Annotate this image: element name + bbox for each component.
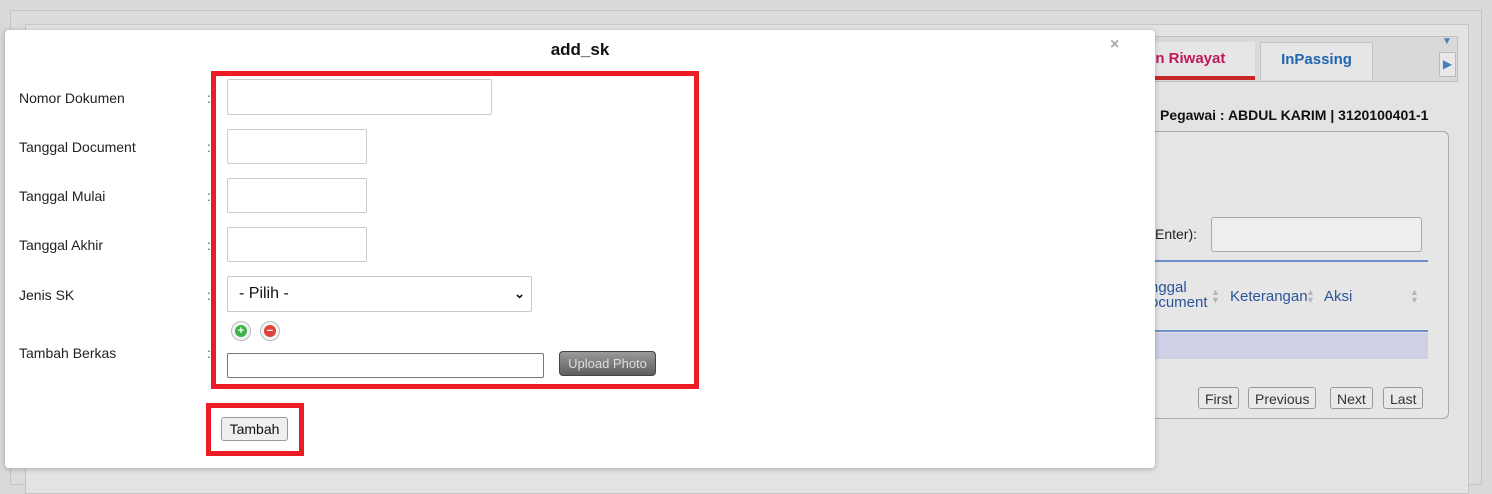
colon: : bbox=[207, 287, 211, 303]
tambah-button[interactable]: Tambah bbox=[221, 417, 288, 441]
remove-file-button[interactable]: − bbox=[260, 321, 280, 341]
jenis-sk-label: Jenis SK bbox=[19, 287, 75, 303]
colon: : bbox=[207, 139, 211, 155]
plus-icon: + bbox=[235, 325, 247, 337]
colon: : bbox=[207, 345, 211, 361]
tab-inpassing[interactable]: InPassing bbox=[1260, 42, 1373, 80]
upload-photo-button[interactable]: Upload Photo bbox=[559, 351, 656, 376]
table-empty-row bbox=[1150, 333, 1428, 359]
nomor-dokumen-label: Nomor Dokumen bbox=[19, 90, 125, 106]
column-keterangan[interactable]: Keterangan bbox=[1230, 288, 1308, 305]
table-header-border bbox=[1150, 330, 1428, 332]
sort-icon[interactable]: ▲ ▼ bbox=[1306, 288, 1315, 305]
pagination-next-button[interactable]: Next bbox=[1330, 387, 1373, 409]
nomor-dokumen-input[interactable] bbox=[227, 79, 492, 115]
jenis-sk-select[interactable]: - Pilih - ⌄ bbox=[227, 276, 532, 312]
tanggal-akhir-input[interactable] bbox=[227, 227, 367, 262]
column-aksi[interactable]: Aksi bbox=[1324, 288, 1352, 305]
table-top-border bbox=[1150, 260, 1428, 262]
pagination-first-button[interactable]: First bbox=[1198, 387, 1240, 409]
close-icon[interactable]: × bbox=[1110, 36, 1119, 54]
chevron-down-icon: ⌄ bbox=[514, 286, 525, 301]
colon: : bbox=[207, 90, 211, 106]
colon: : bbox=[207, 188, 211, 204]
column-tanggal-line1: nggal bbox=[1150, 279, 1187, 296]
add-file-button[interactable]: + bbox=[231, 321, 251, 341]
minus-icon: − bbox=[264, 325, 276, 337]
tanggal-mulai-input[interactable] bbox=[227, 178, 367, 213]
tab-menu-down-icon[interactable]: ▼ bbox=[1440, 36, 1454, 48]
pagination-previous-button[interactable]: Previous bbox=[1248, 387, 1317, 409]
sort-icon[interactable]: ▲ ▼ bbox=[1410, 288, 1419, 305]
table-container bbox=[1140, 131, 1449, 419]
tambah-berkas-label: Tambah Berkas bbox=[19, 345, 117, 361]
search-input[interactable] bbox=[1211, 217, 1422, 252]
tanggal-mulai-label: Tanggal Mulai bbox=[19, 188, 106, 204]
tanggal-document-input[interactable] bbox=[227, 129, 367, 164]
pagination-last-button[interactable]: Last bbox=[1383, 387, 1424, 409]
search-label: Enter): bbox=[1155, 226, 1198, 242]
tanggal-document-label: Tanggal Document bbox=[19, 139, 136, 155]
column-tanggal-line2: ocument bbox=[1150, 294, 1208, 311]
tanggal-akhir-label: Tanggal Akhir bbox=[19, 237, 104, 253]
column-tanggal-document[interactable]: nggal ocument bbox=[1150, 280, 1208, 310]
colon: : bbox=[207, 237, 211, 253]
jenis-sk-selected-value: - Pilih - bbox=[239, 285, 289, 302]
dialog-title: add_sk bbox=[550, 40, 610, 59]
pegawai-info: Pegawai : ABDUL KARIM | 3120100401-1 bbox=[1160, 107, 1429, 123]
sort-icon[interactable]: ▲ ▼ bbox=[1211, 288, 1220, 305]
add-sk-dialog: add_sk × Nomor Dokumen : Tanggal Documen… bbox=[5, 30, 1155, 468]
file-path-input[interactable] bbox=[227, 353, 544, 378]
tab-scroll-right-icon[interactable]: ▶ bbox=[1439, 52, 1456, 77]
